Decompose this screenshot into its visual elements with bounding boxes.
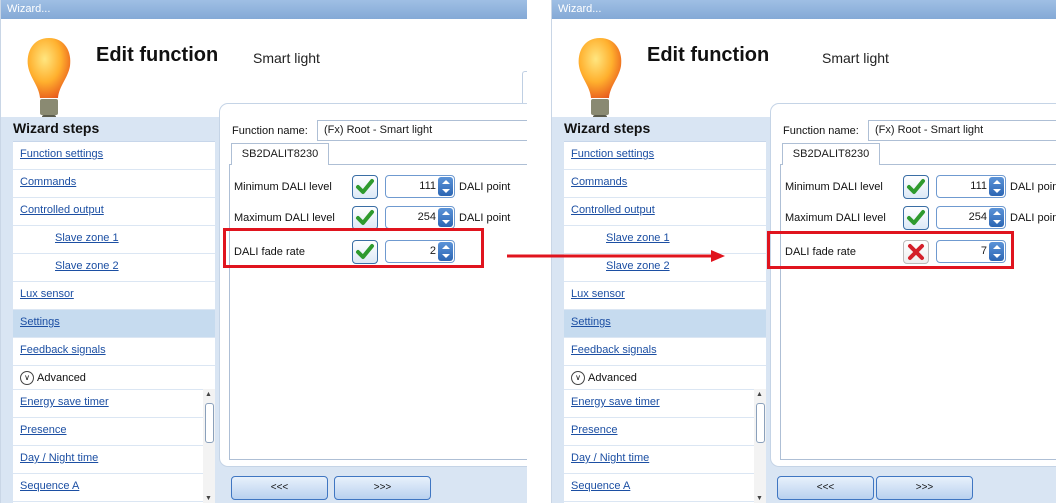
step-controlled-output[interactable]: Controlled output [564, 198, 766, 226]
check-icon [356, 179, 374, 194]
wizard-steps-title: Wizard steps [564, 120, 651, 136]
window-title: Wizard... [1, 0, 527, 19]
chevron-down-icon: ∨ [571, 371, 585, 385]
step-function-settings[interactable]: Function settings [564, 142, 766, 170]
step-lux-sensor[interactable]: Lux sensor [13, 282, 215, 310]
tab-content: Minimum DALI level 111 DALI point Maximu… [780, 164, 1056, 460]
function-name-field[interactable]: (Fx) Root - Smart light [868, 120, 1056, 141]
spin-arrows-icon[interactable] [989, 208, 1004, 227]
check-icon [907, 210, 925, 225]
light-bulb-icon [27, 38, 71, 122]
step-sequence-a[interactable]: Sequence A [564, 474, 754, 502]
step-lux-sensor[interactable]: Lux sensor [564, 282, 766, 310]
page-subtitle: Smart light [822, 50, 889, 66]
spin-arrows-icon[interactable] [989, 177, 1004, 196]
function-name-field[interactable]: (Fx) Root - Smart light [317, 120, 527, 141]
step-controlled-output[interactable]: Controlled output [13, 198, 215, 226]
function-panel: Function name: (Fx) Root - Smart light S… [219, 103, 527, 467]
step-day-night-time[interactable]: Day / Night time [564, 446, 754, 474]
scroll-down-icon[interactable]: ▼ [756, 495, 763, 502]
page-subtitle: Smart light [253, 50, 320, 66]
tab-content: Minimum DALI level 111 DALI point Maximu… [229, 164, 527, 460]
wizard-steps-list: Function settings Commands Controlled ou… [564, 141, 766, 503]
step-sequence-a[interactable]: Sequence A [13, 474, 203, 502]
check-icon [356, 210, 374, 225]
step-slave-zone-2[interactable]: Slave zone 2 [13, 254, 215, 282]
minimum-dali-level-checkbox[interactable] [352, 175, 378, 199]
step-presence[interactable]: Presence [13, 418, 203, 446]
next-button[interactable]: >>> [334, 476, 431, 500]
step-function-settings[interactable]: Function settings [13, 142, 215, 170]
steps-scrollbar[interactable]: ▲ ▼ [203, 389, 215, 503]
step-slave-zone-1[interactable]: Slave zone 1 [13, 226, 215, 254]
wizard-steps-title: Wizard steps [13, 120, 100, 136]
minimum-dali-level-stepper[interactable]: 111 [936, 175, 1006, 198]
tab-sb2dalit8230[interactable]: SB2DALIT8230 [231, 143, 329, 165]
function-name-label: Function name: [783, 125, 859, 137]
advanced-toggle[interactable]: ∨ Advanced [564, 367, 766, 390]
maximum-dali-level-label: Maximum DALI level [234, 212, 335, 224]
tab-sb2dalit8230[interactable]: SB2DALIT8230 [782, 143, 880, 165]
scroll-thumb[interactable] [756, 403, 765, 443]
fade-rate-highlight-box [767, 231, 1014, 269]
advanced-toggle[interactable]: ∨ Advanced [13, 367, 215, 390]
function-name-label: Function name: [232, 125, 308, 137]
maximum-dali-level-stepper[interactable]: 254 [936, 206, 1006, 229]
maximum-dali-level-checkbox[interactable] [352, 206, 378, 230]
page-title: Edit function [96, 44, 219, 66]
step-settings[interactable]: Settings [564, 310, 766, 338]
minimum-dali-level-label: Minimum DALI level [785, 181, 883, 193]
light-bulb-icon [578, 38, 622, 122]
spin-arrows-icon[interactable] [438, 177, 453, 196]
function-panel: Function name: (Fx) Root - Smart light S… [770, 103, 1056, 467]
step-commands[interactable]: Commands [564, 170, 766, 198]
scroll-thumb[interactable] [205, 403, 214, 443]
scroll-up-icon[interactable]: ▲ [756, 391, 763, 398]
steps-scrollbar[interactable]: ▲ ▼ [754, 389, 766, 503]
step-settings[interactable]: Settings [13, 310, 215, 338]
back-button[interactable]: <<< [777, 476, 874, 500]
minimum-dali-level-stepper[interactable]: 111 [385, 175, 455, 198]
step-day-night-time[interactable]: Day / Night time [13, 446, 203, 474]
step-energy-save-timer[interactable]: Energy save timer [13, 390, 203, 418]
step-feedback-signals[interactable]: Feedback signals [564, 338, 766, 366]
next-button[interactable]: >>> [876, 476, 973, 500]
step-energy-save-timer[interactable]: Energy save timer [564, 390, 754, 418]
step-commands[interactable]: Commands [13, 170, 215, 198]
window-title: Wizard... [552, 0, 1056, 19]
maximum-dali-level-unit: DALI point [1010, 212, 1056, 224]
minimum-dali-level-unit: DALI point [459, 181, 511, 193]
back-button[interactable]: <<< [231, 476, 328, 500]
minimum-dali-level-checkbox[interactable] [903, 175, 929, 199]
maximum-dali-level-unit: DALI point [459, 212, 511, 224]
red-arrow-icon [507, 250, 725, 262]
maximum-dali-level-stepper[interactable]: 254 [385, 206, 455, 229]
wizard-steps-list: Function settings Commands Controlled ou… [13, 141, 215, 503]
chevron-down-icon: ∨ [20, 371, 34, 385]
page-title: Edit function [647, 44, 770, 66]
maximum-dali-level-label: Maximum DALI level [785, 212, 886, 224]
maximum-dali-level-checkbox[interactable] [903, 206, 929, 230]
wizard-window-before: Wizard... Edit function Smart light Wiza… [0, 0, 527, 503]
check-icon [907, 179, 925, 194]
scroll-down-icon[interactable]: ▼ [205, 495, 212, 502]
step-feedback-signals[interactable]: Feedback signals [13, 338, 215, 366]
spin-arrows-icon[interactable] [438, 208, 453, 227]
minimum-dali-level-unit: DALI point [1010, 181, 1056, 193]
step-presence[interactable]: Presence [564, 418, 754, 446]
fade-rate-highlight-box [223, 228, 484, 268]
scroll-up-icon[interactable]: ▲ [205, 391, 212, 398]
minimum-dali-level-label: Minimum DALI level [234, 181, 332, 193]
